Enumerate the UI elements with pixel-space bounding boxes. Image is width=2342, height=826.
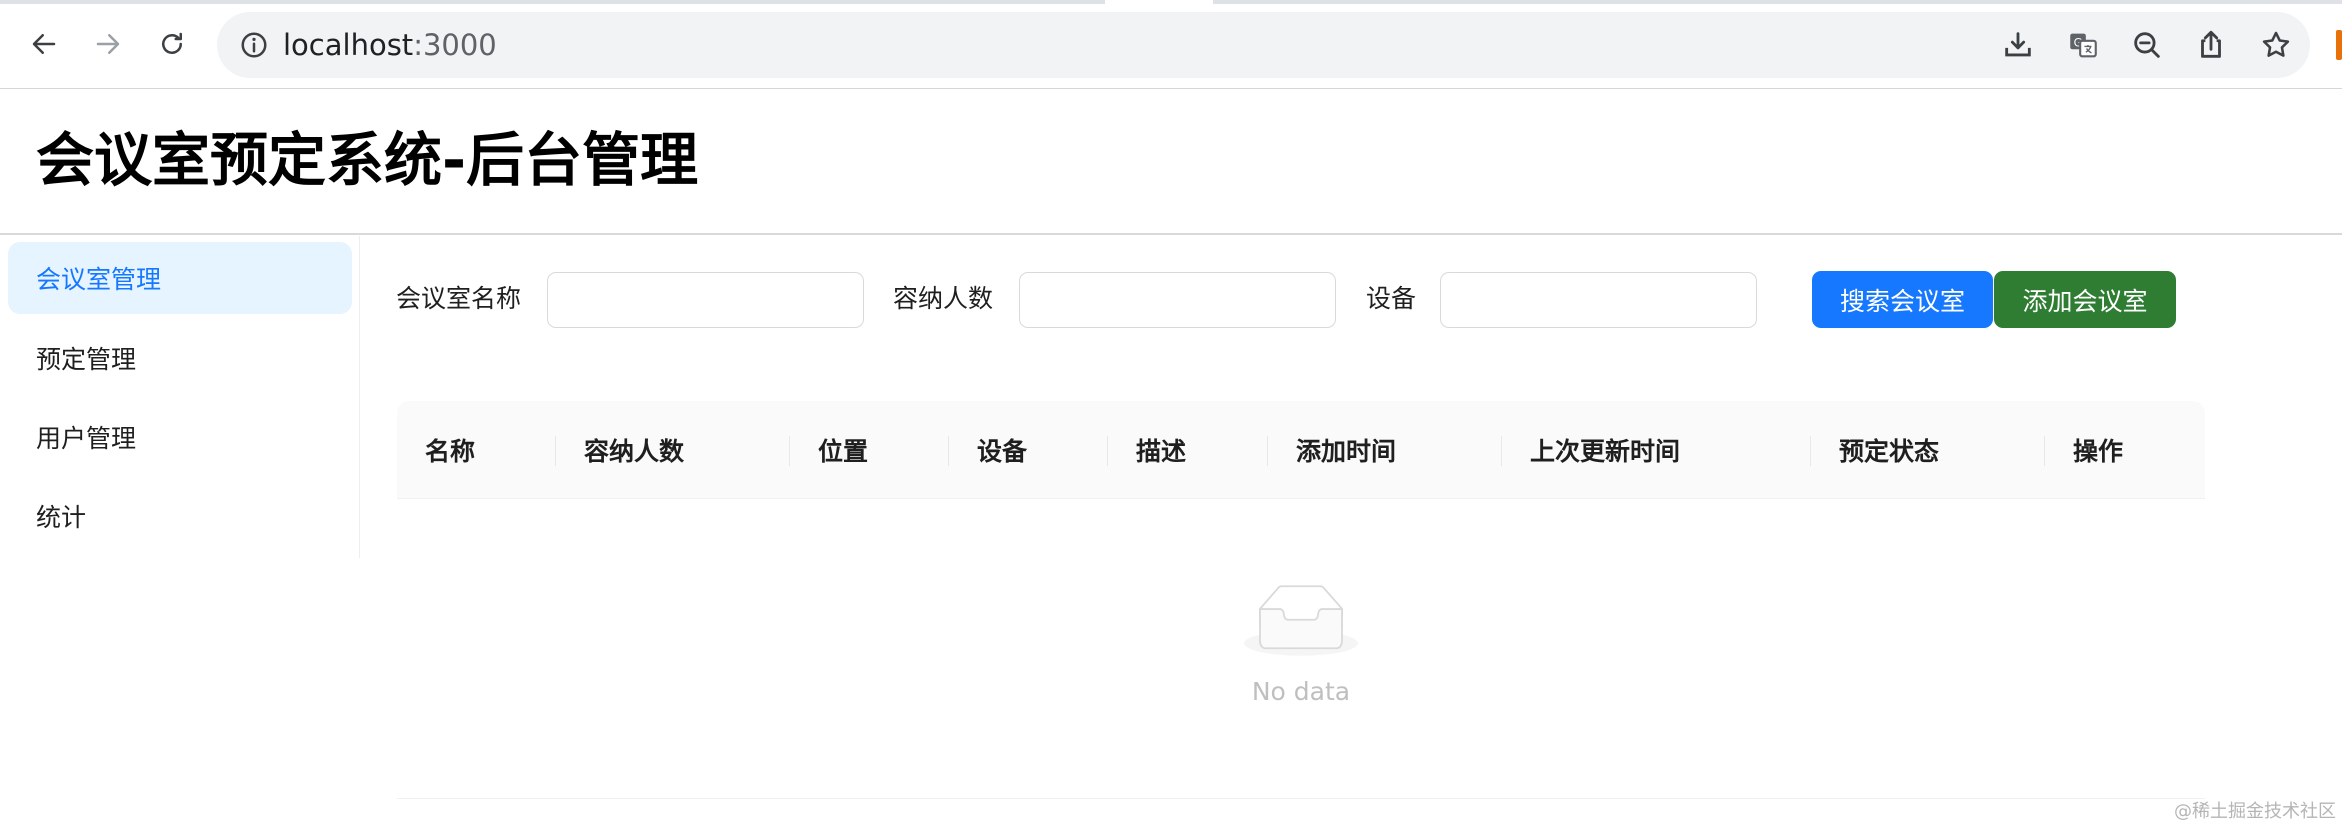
table-header: 名称 容纳人数 位置 设备 描述 添加时间 上次更新时间 预定状态 操作 bbox=[397, 401, 2205, 499]
add-room-button[interactable]: 添加会议室 bbox=[1994, 271, 2176, 328]
search-room-button[interactable]: 搜索会议室 bbox=[1812, 271, 1993, 328]
share-icon bbox=[2201, 30, 2221, 58]
site-info-icon[interactable] bbox=[239, 30, 269, 60]
install-app-button[interactable] bbox=[2001, 28, 2035, 62]
translate-button[interactable]: G bbox=[2066, 28, 2100, 62]
room-name-label: 会议室名称 bbox=[396, 284, 522, 313]
address-bar[interactable]: localhost:3000 bbox=[217, 12, 2310, 78]
arrow-left-icon bbox=[32, 34, 56, 54]
browser-toolbar: localhost:3000 G bbox=[0, 0, 2342, 89]
equipment-label: 设备 bbox=[1366, 284, 1417, 313]
column-header-booking-status: 预定状态 bbox=[1839, 437, 1940, 466]
page-title: 会议室预定系统-后台管理 bbox=[36, 126, 699, 194]
translate-icon: G bbox=[2070, 33, 2097, 58]
star-icon bbox=[2262, 31, 2290, 57]
sidebar-item-booking[interactable]: 预定管理 bbox=[8, 322, 352, 394]
room-name-input[interactable] bbox=[547, 272, 864, 328]
capacity-input[interactable] bbox=[1019, 272, 1336, 328]
sidebar-item-meeting-room[interactable]: 会议室管理 bbox=[8, 242, 352, 314]
sidebar-item-label: 会议室管理 bbox=[36, 265, 162, 294]
share-button[interactable] bbox=[2194, 28, 2228, 62]
sidebar-menu: 会议室管理 预定管理 用户管理 统计 bbox=[0, 236, 360, 558]
arrow-right-icon bbox=[96, 34, 120, 54]
sidebar-item-users[interactable]: 用户管理 bbox=[8, 401, 352, 473]
url-text[interactable]: localhost:3000 bbox=[283, 26, 497, 64]
download-icon bbox=[2005, 32, 2031, 57]
active-tab-edge bbox=[1105, 0, 1213, 4]
url-port: :3000 bbox=[413, 28, 497, 62]
extension-icon[interactable] bbox=[2336, 30, 2342, 60]
url-host: localhost bbox=[283, 28, 414, 62]
watermark: @稀土掘金技术社区 bbox=[2174, 801, 2336, 822]
reload-button[interactable] bbox=[152, 24, 192, 64]
sidebar-item-label: 统计 bbox=[36, 503, 87, 532]
reload-icon bbox=[162, 32, 182, 54]
zoom-button[interactable] bbox=[2130, 28, 2164, 62]
column-header-equipment: 设备 bbox=[977, 437, 1028, 466]
capacity-label: 容纳人数 bbox=[893, 284, 994, 313]
table-empty-state: No data bbox=[397, 499, 2205, 799]
column-header-updated-at: 上次更新时间 bbox=[1530, 437, 1681, 466]
column-header-actions: 操作 bbox=[2073, 437, 2124, 466]
column-header-description: 描述 bbox=[1136, 437, 1187, 466]
forward-button[interactable] bbox=[88, 24, 128, 64]
back-button[interactable] bbox=[24, 24, 64, 64]
column-header-name: 名称 bbox=[425, 437, 476, 466]
column-header-capacity: 容纳人数 bbox=[584, 437, 685, 466]
sidebar-item-statistics[interactable]: 统计 bbox=[8, 480, 352, 552]
bookmark-button[interactable] bbox=[2259, 28, 2293, 62]
empty-text: No data bbox=[1251, 677, 1351, 706]
equipment-input[interactable] bbox=[1440, 272, 1757, 328]
sidebar-item-label: 用户管理 bbox=[36, 424, 137, 453]
column-header-created-at: 添加时间 bbox=[1296, 437, 1397, 466]
empty-inbox-icon bbox=[1244, 585, 1358, 656]
zoom-out-icon bbox=[2134, 32, 2160, 58]
column-header-location: 位置 bbox=[818, 437, 869, 466]
sidebar-item-label: 预定管理 bbox=[36, 345, 137, 374]
app-header: 会议室预定系统-后台管理 bbox=[0, 89, 2342, 235]
